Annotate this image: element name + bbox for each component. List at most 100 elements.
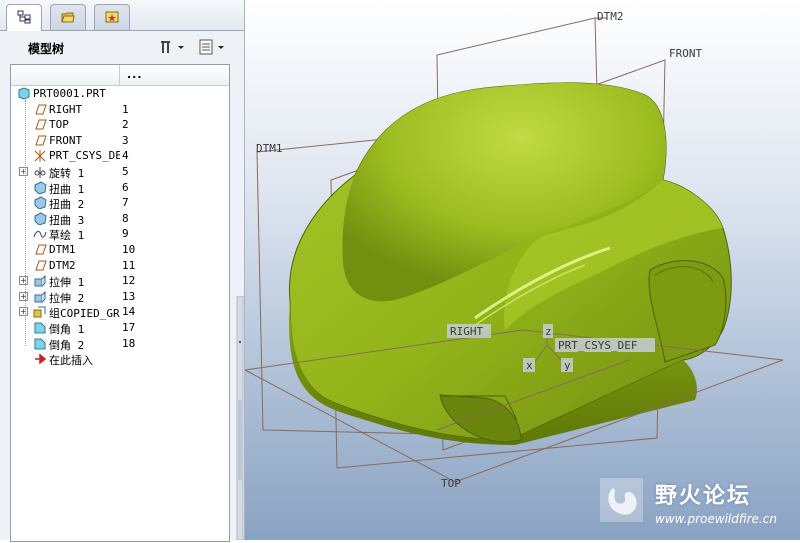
- tree-row[interactable]: 扭曲 3 8: [11, 211, 229, 226]
- expand-toggle[interactable]: +: [19, 166, 28, 176]
- tree-row-number: 4: [122, 149, 129, 163]
- tree-row-number: 11: [122, 258, 136, 272]
- graphics-viewport[interactable]: DTM2 FRONT DTM1 RIGHT PRT_CSYS_DEF z x y…: [245, 0, 800, 540]
- tree-row-number: 14: [122, 305, 136, 319]
- tree-row[interactable]: PRT_CSYS_DEF4: [11, 148, 229, 164]
- tree-row[interactable]: FRONT 3: [11, 133, 229, 149]
- model-tree-panel: 模型树 ... PRT0001.PRT RIGHT 1 TOP 2 FRONT 3 PRT_…: [0, 0, 245, 542]
- tree-row-number: 18: [122, 336, 136, 350]
- tree-row-label: 扭曲 2: [49, 198, 85, 211]
- tag-right: RIGHT: [447, 324, 491, 338]
- tree-row-label: 组COPIED_GROUP: [49, 307, 120, 320]
- tree-row-number: 6: [122, 180, 129, 194]
- column-header-more[interactable]: ...: [127, 68, 143, 81]
- label-top: TOP: [441, 477, 461, 490]
- tree-row-label: DTM2: [49, 258, 76, 272]
- tag-y: y: [561, 358, 573, 372]
- name-column-header[interactable]: [11, 65, 120, 85]
- tab-folder-browser[interactable]: [50, 4, 86, 30]
- tree-row-label: 倒角 1: [49, 322, 85, 336]
- tree-row[interactable]: + 拉伸 2 13: [11, 289, 229, 305]
- folder-icon: [61, 12, 75, 23]
- model-tree: ... PRT0001.PRT RIGHT 1 TOP 2 FRONT 3 PRT_CSYS…: [10, 64, 230, 542]
- panel-sash[interactable]: [236, 295, 244, 541]
- label-y: y: [564, 359, 571, 372]
- tree-row-number: 5: [122, 164, 129, 178]
- warp-icon: [34, 196, 47, 210]
- tree-row-label: 拉伸 2: [49, 291, 85, 305]
- tab-favorites[interactable]: [94, 4, 130, 30]
- tree-row-label: 扭曲 1: [49, 182, 85, 196]
- insert-arrow-icon: [35, 353, 47, 365]
- tag-csys: PRT_CSYS_DEF: [555, 338, 655, 352]
- tree-row[interactable]: + 旋转 1 5: [11, 164, 229, 180]
- tree-row[interactable]: 草绘 1 9: [11, 226, 229, 242]
- tree-row[interactable]: RIGHT 1: [11, 102, 229, 118]
- datum-plane-icon: [35, 135, 47, 146]
- part-icon: [18, 87, 30, 100]
- watermark-title: 野火论坛: [655, 484, 752, 509]
- tree-header: 模型树: [0, 31, 244, 63]
- tree-row[interactable]: 倒角 2 18: [11, 336, 229, 352]
- csys-icon: [34, 150, 46, 163]
- label-csys: PRT_CSYS_DEF: [558, 339, 637, 352]
- expand-toggle[interactable]: +: [19, 307, 28, 317]
- tree-row-number: 3: [122, 133, 129, 147]
- tree-row-number: 17: [122, 320, 136, 334]
- tree-row[interactable]: 扭曲 2 7: [11, 195, 229, 211]
- datum-plane-icon: [35, 104, 47, 115]
- tree-row[interactable]: + 拉伸 1 12: [11, 273, 229, 289]
- label-right: RIGHT: [450, 325, 483, 338]
- tree-row-label: 倒角 2: [49, 338, 85, 352]
- chamfer-icon: [34, 322, 46, 334]
- label-z: z: [545, 325, 552, 338]
- tree-row-number: 9: [122, 227, 129, 241]
- model-tree-icon: [17, 10, 31, 24]
- tree-row[interactable]: DTM2 11: [11, 258, 229, 274]
- tab-model-tree[interactable]: [6, 4, 42, 31]
- watermark-logo: [600, 478, 643, 522]
- group-icon: [33, 306, 46, 318]
- tree-row[interactable]: 倒角 1 17: [11, 320, 229, 336]
- helmet-model[interactable]: [288, 82, 732, 445]
- tree-row-number: 13: [122, 289, 136, 303]
- tree-row-label: TOP: [49, 118, 69, 132]
- tree-row[interactable]: 在此插入: [11, 351, 229, 367]
- label-dtm1: DTM1: [256, 142, 283, 155]
- favorites-icon: [105, 11, 119, 23]
- label-x: x: [526, 359, 533, 372]
- tree-row-label: 拉伸 1: [49, 276, 85, 289]
- datum-plane-icon: [35, 119, 47, 130]
- tree-row-number: 10: [122, 242, 136, 256]
- tag-x: x: [523, 358, 535, 372]
- tools-icon: [161, 41, 184, 53]
- tree-guide-line: [25, 100, 26, 346]
- list-icon: [199, 39, 224, 55]
- model-scene: DTM2 FRONT DTM1 RIGHT PRT_CSYS_DEF z x y…: [245, 10, 784, 522]
- expand-toggle[interactable]: +: [19, 291, 28, 301]
- settings-dropdown-button[interactable]: [158, 38, 188, 56]
- tree-row-label: 旋转 1: [49, 166, 85, 180]
- show-dropdown-button[interactable]: [198, 38, 228, 56]
- tree-row[interactable]: 扭曲 1 6: [11, 180, 229, 196]
- tree-row-label: PRT_CSYS_DEF: [49, 149, 120, 163]
- warp-icon: [34, 180, 47, 194]
- tree-row-number: 7: [122, 196, 129, 210]
- tree-row-label: 在此插入: [49, 354, 93, 367]
- tree-row[interactable]: DTM1 10: [11, 242, 229, 258]
- tree-root[interactable]: PRT0001.PRT: [11, 86, 229, 102]
- tree-rows: PRT0001.PRT RIGHT 1 TOP 2 FRONT 3PRT_CSYS_DEF…: [11, 86, 229, 367]
- navigator-tabs: [0, 0, 244, 31]
- tree-root-label: PRT0001.PRT: [33, 87, 106, 100]
- tree-row-label: FRONT: [49, 133, 83, 147]
- datum-plane-icon: [35, 244, 47, 255]
- revolve-icon: [34, 166, 46, 178]
- extrude-icon: [34, 274, 46, 287]
- tree-row-number: 12: [122, 274, 136, 288]
- extrude-icon: [34, 290, 46, 303]
- tree-row[interactable]: TOP 2: [11, 117, 229, 133]
- tree-row[interactable]: + 组COPIED_GROUP14: [11, 304, 229, 320]
- sketch-icon: [33, 231, 47, 238]
- label-front: FRONT: [669, 47, 702, 60]
- expand-toggle[interactable]: +: [19, 276, 28, 286]
